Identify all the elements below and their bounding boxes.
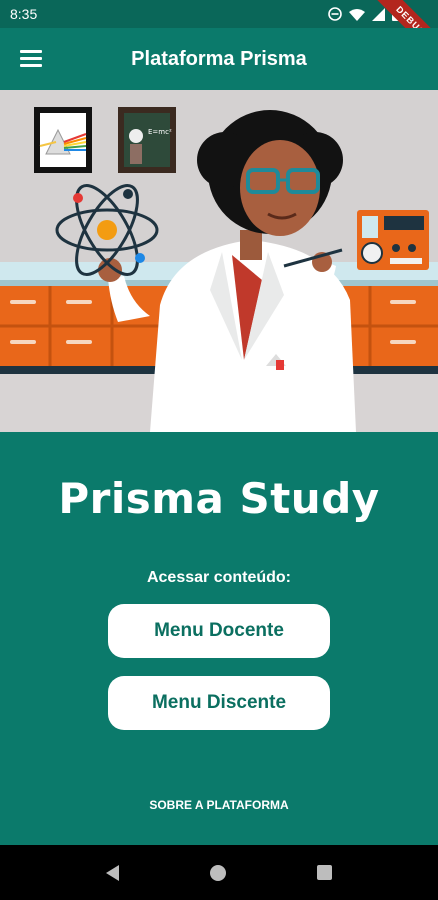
main-content: Prisma Study Acessar conteúdo: Menu Doce… [0,432,438,845]
about-platform-link[interactable]: SOBRE A PLATAFORMA [0,798,438,812]
svg-text:E=mc²: E=mc² [148,128,172,136]
access-content-label: Acessar conteúdo: [146,569,292,586]
scientist-woman-lab-illustration: E=mc² [0,90,438,432]
hero-illustration: E=mc² [0,90,438,432]
do-not-disturb-icon [328,7,342,21]
hamburger-menu-icon[interactable] [20,50,42,68]
system-nav-bar [0,845,438,900]
home-icon[interactable] [209,864,226,881]
back-icon[interactable] [105,864,119,881]
status-time: 8:35 [10,6,38,22]
menu-discente-button[interactable]: Menu Discente [108,676,330,730]
app-bar: Plataforma Prisma [0,28,438,90]
status-bar: 8:35 DEBUG [0,0,438,67]
wifi-icon [349,8,365,21]
menu-docente-button[interactable]: Menu Docente [108,604,330,658]
app-name-heading: Prisma Study [58,474,380,523]
recents-icon[interactable] [317,865,333,880]
app-bar-title: Plataforma Prisma [131,47,307,70]
signal-icon [372,7,385,21]
